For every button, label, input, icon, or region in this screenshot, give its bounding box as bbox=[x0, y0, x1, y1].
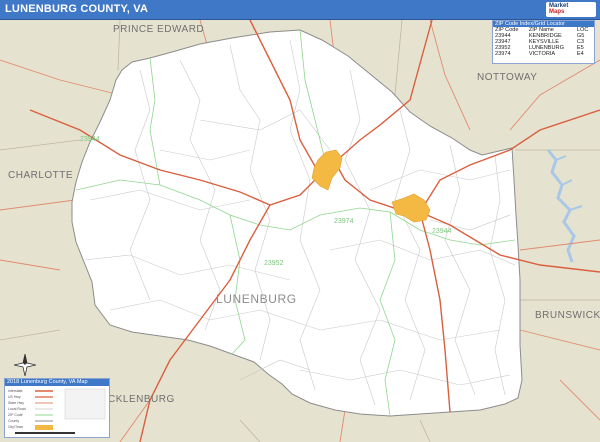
region-brunswick: BRUNSWICK bbox=[535, 310, 600, 321]
map-title: LUNENBURG COUNTY, VA bbox=[5, 3, 149, 15]
zip-cell: 23974 bbox=[495, 51, 511, 57]
map-page: LUNENBURG COUNTY, VA Market Maps PRINCE … bbox=[0, 0, 600, 442]
legend-item: ZIP Code bbox=[8, 413, 23, 417]
legend-inset bbox=[64, 388, 106, 420]
region-mecklenburg: CKLENBURG bbox=[108, 394, 175, 405]
legend-item: County bbox=[8, 419, 20, 423]
region-prince-edward: PRINCE EDWARD bbox=[113, 24, 205, 35]
legend-header: 2018 Lunenburg County, VA Map bbox=[5, 379, 109, 386]
legend-item: US Hwy bbox=[8, 395, 21, 399]
county-label: LUNENBURG bbox=[216, 292, 297, 306]
zip-locator-table: ZIP Code Index/Grid Locator ZIP Code ZIP… bbox=[492, 20, 595, 64]
zip-label-23944-east: 23944 bbox=[432, 228, 452, 235]
zip-label-23952: 23952 bbox=[264, 260, 284, 267]
title-bar: LUNENBURG COUNTY, VA Market Maps bbox=[0, 0, 600, 20]
zip-table: ZIP Code ZIP Name LOC 23944 KENBRIDGE G5… bbox=[493, 27, 594, 57]
logo-line-2: Maps bbox=[549, 9, 565, 15]
legend-swatch-town bbox=[35, 425, 53, 430]
zip-label-23944-west: 23944 bbox=[80, 136, 100, 143]
scale-bar bbox=[15, 432, 75, 434]
market-maps-logo: Market Maps bbox=[546, 2, 596, 17]
name-cell: VICTORIA bbox=[528, 51, 556, 57]
map-legend: 2018 Lunenburg County, VA Map Interstate… bbox=[4, 378, 110, 438]
region-charlotte: CHARLOTTE bbox=[8, 170, 74, 181]
table-row: 23974 VICTORIA E4 bbox=[493, 51, 594, 57]
legend-item: Interstate bbox=[8, 389, 23, 393]
region-nottoway: NOTTOWAY bbox=[477, 72, 538, 83]
legend-item: Local Road bbox=[8, 407, 26, 411]
loc-cell: E4 bbox=[576, 51, 584, 57]
compass-rose-icon bbox=[14, 354, 36, 376]
zip-label-23974: 23974 bbox=[334, 218, 354, 225]
legend-item: State Hwy bbox=[8, 401, 24, 405]
legend-item: City/Town bbox=[8, 425, 24, 429]
